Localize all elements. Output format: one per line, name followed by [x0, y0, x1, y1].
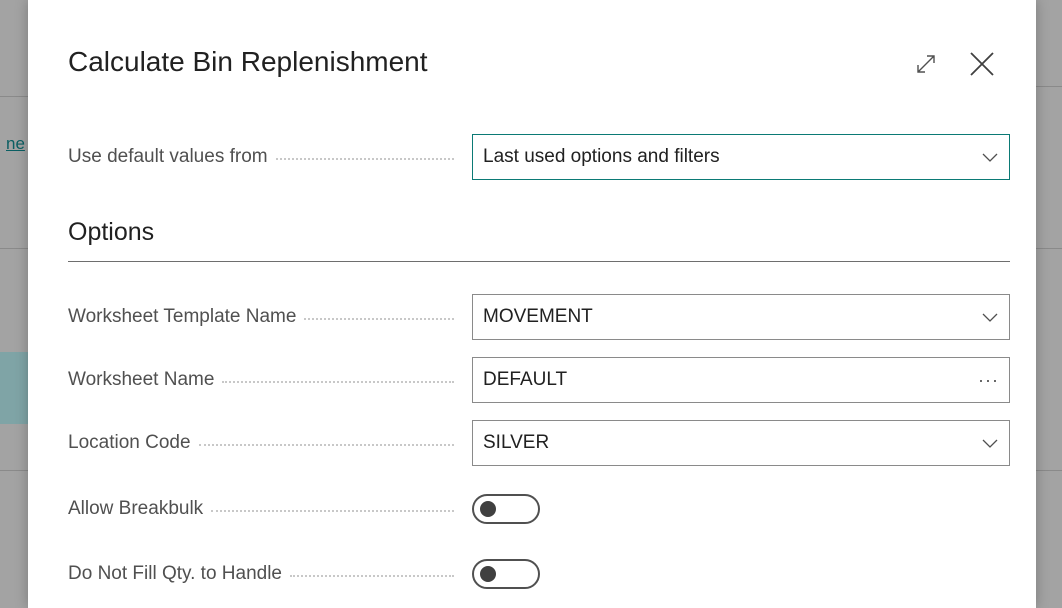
location-code-select[interactable]: SILVER — [472, 420, 1010, 466]
worksheet-name-label: Worksheet Name — [68, 369, 215, 390]
default-values-value: Last used options and filters — [483, 146, 720, 167]
default-values-label-wrap: Use default values from — [68, 134, 468, 180]
worksheet-template-select[interactable]: MOVEMENT — [472, 294, 1010, 340]
location-code-value: SILVER — [483, 432, 550, 453]
background-divider — [0, 470, 28, 471]
do-not-fill-qty-row: Do Not Fill Qty. to Handle — [68, 551, 1010, 597]
leader-dots — [275, 158, 454, 160]
background-divider — [1036, 470, 1062, 471]
background-divider — [1036, 248, 1062, 249]
worksheet-template-row: Worksheet Template Name MOVEMENT — [68, 294, 1010, 340]
calculate-bin-replenishment-dialog: Calculate Bin Replenishment Use default … — [28, 0, 1036, 608]
close-icon[interactable] — [968, 50, 996, 78]
allow-breakbulk-label: Allow Breakbulk — [68, 498, 204, 519]
location-code-row: Location Code SILVER — [68, 420, 1010, 466]
leader-dots — [211, 510, 454, 512]
chevron-down-icon — [982, 439, 998, 448]
do-not-fill-qty-toggle[interactable] — [472, 559, 540, 589]
leader-dots — [222, 381, 454, 383]
allow-breakbulk-label-wrap: Allow Breakbulk — [68, 486, 468, 532]
worksheet-name-value: DEFAULT — [483, 369, 568, 390]
toggle-knob — [480, 566, 496, 582]
leader-dots — [290, 575, 454, 577]
default-values-row: Use default values from Last used option… — [68, 134, 1010, 180]
options-section-title: Options — [68, 218, 1010, 262]
background-link: ne — [6, 134, 25, 153]
do-not-fill-qty-label-wrap: Do Not Fill Qty. to Handle — [68, 551, 468, 597]
leader-dots — [304, 318, 454, 320]
worksheet-template-value: MOVEMENT — [483, 306, 593, 327]
dialog-title: Calculate Bin Replenishment — [68, 46, 428, 77]
default-values-label: Use default values from — [68, 146, 268, 167]
background-selected-row — [0, 352, 28, 424]
expand-icon[interactable] — [914, 52, 938, 76]
default-values-select[interactable]: Last used options and filters — [472, 134, 1010, 180]
allow-breakbulk-toggle[interactable] — [472, 494, 540, 524]
lookup-ellipsis-button[interactable]: ··· — [978, 370, 999, 391]
background-divider — [0, 96, 28, 97]
allow-breakbulk-row: Allow Breakbulk — [68, 486, 1010, 532]
location-code-label-wrap: Location Code — [68, 420, 468, 466]
chevron-down-icon — [982, 313, 998, 322]
worksheet-template-label-wrap: Worksheet Template Name — [68, 294, 468, 340]
worksheet-template-label: Worksheet Template Name — [68, 306, 297, 327]
do-not-fill-qty-label: Do Not Fill Qty. to Handle — [68, 563, 283, 584]
chevron-down-icon — [982, 153, 998, 162]
location-code-label: Location Code — [68, 432, 191, 453]
worksheet-name-input[interactable]: DEFAULT ··· — [472, 357, 1010, 403]
leader-dots — [198, 444, 454, 446]
worksheet-name-row: Worksheet Name DEFAULT ··· — [68, 357, 1010, 403]
toggle-knob — [480, 501, 496, 517]
background-divider — [1036, 86, 1062, 87]
background-divider — [0, 248, 28, 249]
worksheet-name-label-wrap: Worksheet Name — [68, 357, 468, 403]
